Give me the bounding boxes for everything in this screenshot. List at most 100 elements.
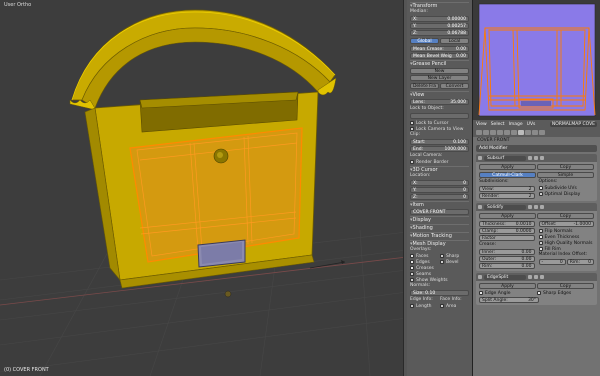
mean-crease-field[interactable]: Mean Crease: 0.00 [410, 46, 469, 52]
subsurf-apply-button[interactable]: Apply [479, 164, 536, 170]
viewport-toggle-icon[interactable] [534, 156, 538, 160]
clamp-field[interactable]: Clamp: 0.0000 [479, 228, 535, 234]
uv-menu-view[interactable]: View [476, 122, 487, 127]
length-checkbox[interactable]: Length [410, 303, 439, 309]
cursor-x-field[interactable]: X: 0 [410, 180, 469, 186]
offset-field[interactable]: Offset: -1.0000 [538, 221, 594, 227]
section-view[interactable]: View [410, 91, 469, 98]
edgesplit-header[interactable]: EdgeSplit [476, 273, 597, 281]
properties-tabs[interactable] [473, 128, 600, 137]
section-display[interactable]: Display [410, 216, 469, 223]
tab-material-icon[interactable] [532, 130, 538, 135]
expand-icon[interactable] [478, 275, 482, 279]
tab-texture-icon[interactable] [539, 130, 545, 135]
median-x-field[interactable]: X: 0.00000 [410, 16, 469, 22]
normals-label: Normals: [410, 283, 431, 288]
render-border-checkbox[interactable]: Render Border [410, 159, 469, 165]
3d-cursor[interactable] [224, 290, 232, 298]
uv-menu-uvs[interactable]: UVs [527, 122, 536, 127]
section-3d-cursor[interactable]: 3D Cursor [410, 166, 469, 173]
delete-frame-button[interactable]: Delete Fra [410, 83, 439, 89]
properties-editor[interactable]: COVER FRONT Add Modifier Subsurf Apply C… [473, 128, 600, 376]
median-z-field[interactable]: Z: 0.06788 [410, 30, 469, 36]
subsurf-view-field[interactable]: View: 2 [479, 186, 535, 192]
mean-bevel-field[interactable]: Mean Bevel Weig 0.00 [410, 53, 469, 59]
catmull-clark-button[interactable]: Catmull-Clark [479, 172, 536, 178]
close-icon[interactable] [540, 156, 544, 160]
section-mesh-display[interactable]: Mesh Display [410, 240, 469, 247]
expand-icon[interactable] [478, 205, 482, 209]
cursor-z-field[interactable]: Z: 0 [410, 194, 469, 200]
solidify-apply-button[interactable]: Apply [479, 213, 536, 219]
bevel-checkbox[interactable]: Bevel [440, 259, 469, 265]
render-toggle-icon[interactable] [528, 156, 532, 160]
high-quality-normals-checkbox[interactable]: High Quality Normals [538, 240, 595, 246]
tab-scene-icon[interactable] [490, 130, 496, 135]
edgesplit-apply-button[interactable]: Apply [479, 283, 536, 289]
uv-menu-select[interactable]: Select [491, 122, 505, 127]
render-toggle-icon[interactable] [528, 275, 532, 279]
factor-field[interactable]: Factor [479, 235, 535, 241]
3d-viewport[interactable]: User Ortho (0) COVER FRONT [0, 0, 407, 376]
render-toggle-icon[interactable] [528, 205, 532, 209]
thickness-field[interactable]: Thickness: 0.0010 [479, 221, 535, 227]
material-offset-field[interactable]: -0 [538, 259, 566, 265]
edges-checkbox[interactable]: Edges [410, 259, 439, 265]
tab-modifiers-icon[interactable] [518, 130, 524, 135]
tab-layers-icon[interactable] [483, 130, 489, 135]
area-checkbox[interactable]: Area [440, 303, 469, 309]
edgesplit-copy-button[interactable]: Copy [537, 283, 594, 289]
solidify-name-field[interactable]: Solidify [484, 204, 526, 210]
viewport-toggle-icon[interactable] [534, 205, 538, 209]
tab-world-icon[interactable] [497, 130, 503, 135]
simple-button[interactable]: Simple [537, 172, 594, 178]
normals-size-field[interactable]: Size: 0.10 [410, 290, 469, 296]
clip-end-field[interactable]: End: 1000.000 [410, 146, 469, 152]
uv-map-selector[interactable]: NORMALMAP COVE [549, 121, 597, 127]
expand-icon[interactable] [478, 156, 482, 160]
tab-object-icon[interactable] [504, 130, 510, 135]
local-button[interactable]: Local [440, 38, 469, 44]
item-name-field[interactable]: COVER FRONT [410, 209, 469, 215]
tab-constraints-icon[interactable] [511, 130, 517, 135]
section-transform[interactable]: Transform [410, 2, 469, 9]
split-angle-field[interactable]: Split Angle: 30° [479, 297, 539, 303]
viewport-toggle-icon[interactable] [534, 275, 538, 279]
add-modifier-button[interactable]: Add Modifier [476, 145, 597, 152]
close-icon[interactable] [540, 275, 544, 279]
outer-field[interactable]: Outer: 0.00 [479, 256, 535, 262]
clip-start-field[interactable]: Start: 0.100 [410, 139, 469, 145]
subsurf-name-field[interactable]: Subsurf [484, 155, 526, 161]
lens-field[interactable]: Lens: 35.000 [410, 99, 469, 105]
tab-data-icon[interactable] [525, 130, 531, 135]
uv-header[interactable]: View Select Image UVs NORMALMAP COVE [473, 120, 600, 128]
solidify-copy-button[interactable]: Copy [537, 213, 594, 219]
subsurf-header[interactable]: Subsurf [476, 154, 597, 162]
optimal-display-checkbox[interactable]: Optimal Display [538, 191, 595, 197]
subsurf-copy-button[interactable]: Copy [537, 164, 594, 170]
uv-editor[interactable] [473, 0, 600, 120]
rim-field[interactable]: Rim: 0.00 [479, 263, 535, 269]
gpencil-new-button[interactable]: New [410, 68, 469, 74]
section-shading[interactable]: Shading [410, 224, 469, 231]
inner-field[interactable]: Inner: 0.00 [479, 249, 535, 255]
edgesplit-name-field[interactable]: EdgeSplit [484, 274, 526, 280]
edge-angle-checkbox[interactable]: Edge Angle [479, 290, 536, 296]
new-layer-button[interactable]: New Layer [410, 75, 469, 81]
lock-object-field[interactable] [410, 113, 469, 119]
convert-button[interactable]: Convert [440, 83, 469, 89]
median-y-field[interactable]: Y: 0.00257 [410, 23, 469, 29]
tab-render-icon[interactable] [476, 130, 482, 135]
properties-side-panel[interactable]: Transform Median: X:0.00000 Y:0.00257 Z:… [407, 0, 473, 376]
rim-offset-field[interactable]: Rim: 0 [566, 259, 594, 265]
cursor-y-field[interactable]: Y: 0 [410, 187, 469, 193]
close-icon[interactable] [540, 205, 544, 209]
section-grease-pencil[interactable]: Grease Pencil [410, 60, 469, 67]
section-motion-tracking[interactable]: Motion Tracking [410, 232, 469, 239]
section-item[interactable]: Item [410, 201, 469, 208]
global-button[interactable]: Global [410, 38, 439, 44]
solidify-header[interactable]: Solidify [476, 203, 597, 211]
uv-menu-image[interactable]: Image [509, 122, 523, 127]
subsurf-render-field[interactable]: Render: 2 [479, 193, 535, 199]
mailbox-model[interactable] [69, 9, 337, 298]
